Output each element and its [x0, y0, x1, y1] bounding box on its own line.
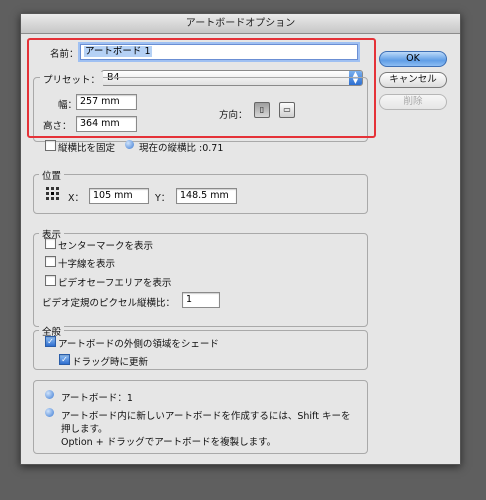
tip-line-1: アートボード内に新しいアートボードを作成するには、Shift キーを — [61, 411, 351, 422]
y-field[interactable]: 148.5 mm — [176, 188, 237, 204]
info-icon — [45, 408, 54, 417]
center-mark-label: センターマークを表示 — [58, 241, 154, 252]
info-icon — [45, 390, 54, 399]
reference-point-icon[interactable] — [46, 187, 60, 201]
position-group-title: 位置 — [39, 168, 65, 182]
video-safe-label: ビデオセーフエリアを表示 — [58, 278, 172, 289]
cross-hairs-checkbox[interactable] — [45, 256, 56, 267]
constrain-label: 縦横比を固定 — [58, 143, 116, 154]
center-mark-checkbox[interactable] — [45, 238, 56, 249]
pixel-ratio-field[interactable]: 1 — [182, 292, 220, 308]
artboard-count-text: アートボード：1 — [61, 393, 133, 404]
y-label: Y： — [155, 193, 171, 204]
current-ratio-text: 現在の縦横比 :0.71 — [139, 143, 224, 154]
fade-outside-label: アートボードの外側の領域をシェード — [58, 339, 219, 350]
cancel-button[interactable]: キャンセル — [379, 72, 447, 88]
delete-button[interactable]: 削除 — [379, 94, 447, 110]
tip-line-3: Option + ドラッグでアートボードを複製します。 — [61, 437, 277, 448]
constrain-checkbox[interactable] — [45, 140, 56, 151]
fade-outside-checkbox[interactable]: ✓ — [45, 336, 56, 347]
info-icon — [125, 140, 134, 149]
dialog-title: アートボードオプション — [21, 14, 460, 34]
x-field[interactable]: 105 mm — [89, 188, 149, 204]
ok-button[interactable]: OK — [379, 51, 447, 67]
pixel-ratio-label: ビデオ定規のピクセル縦横比： — [42, 298, 176, 309]
tip-line-2: 押します。 — [61, 424, 108, 435]
highlight-box — [27, 38, 376, 138]
update-drag-checkbox[interactable]: ✓ — [59, 354, 70, 365]
x-label: X： — [68, 193, 85, 204]
video-safe-checkbox[interactable] — [45, 275, 56, 286]
update-drag-label: ドラッグ時に更新 — [72, 357, 149, 368]
cross-hairs-label: 十字線を表示 — [58, 259, 116, 270]
artboard-options-dialog: アートボードオプション 名前： アートボード 1 プリセット： B4 ▲▼ プリ… — [20, 13, 461, 465]
